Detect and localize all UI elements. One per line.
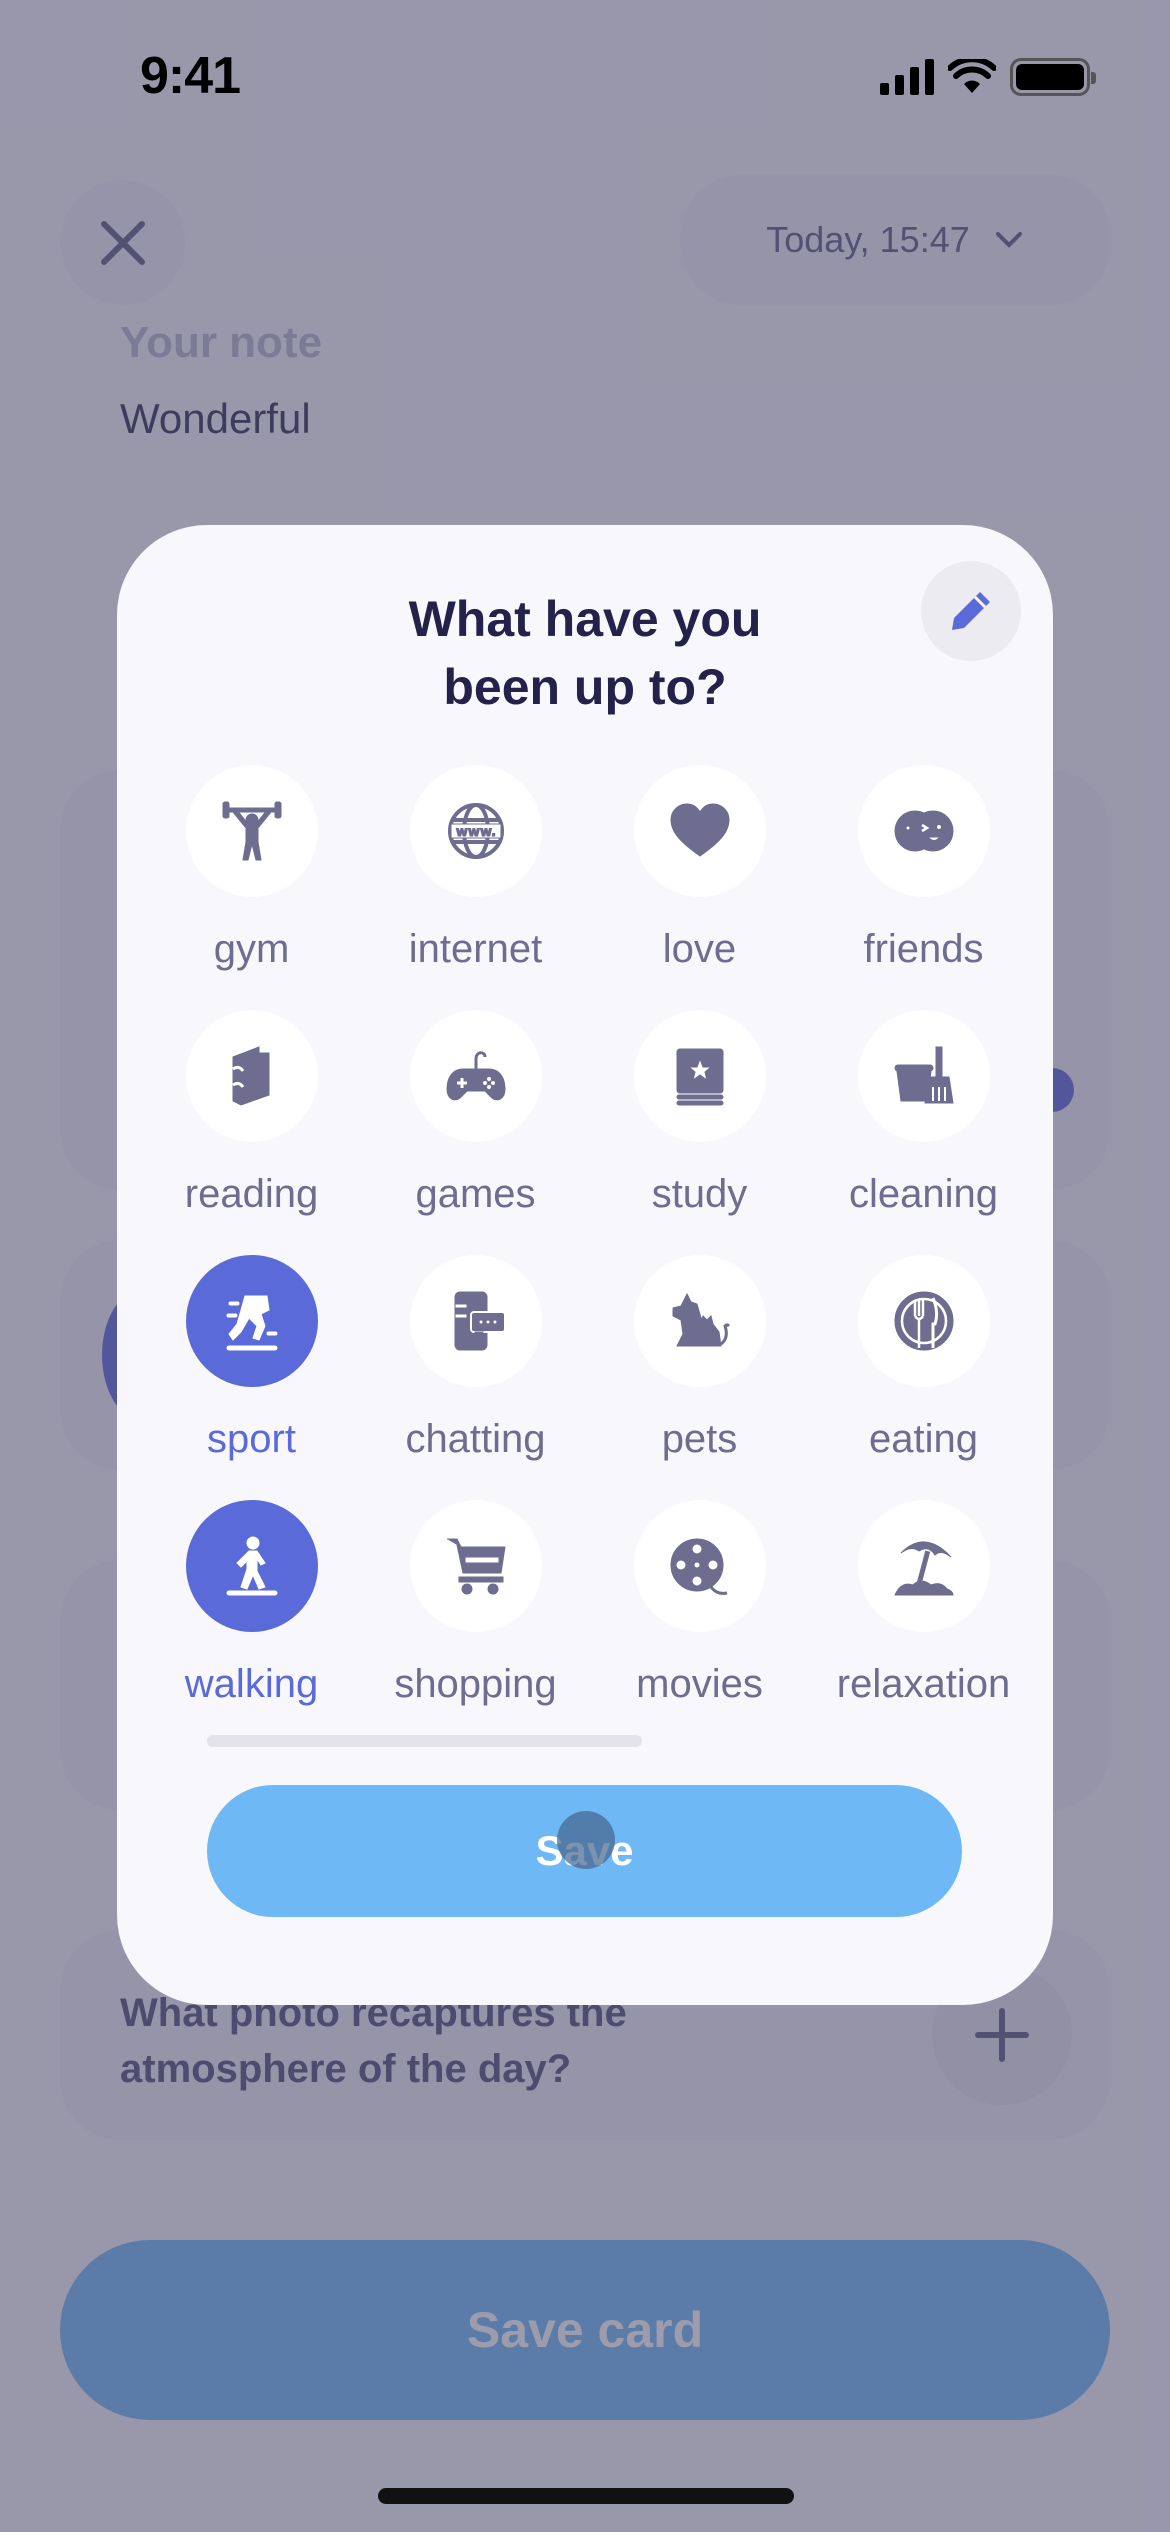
activity-label: movies — [636, 1662, 763, 1706]
activity-walking[interactable]: walking — [139, 1500, 364, 1707]
activity-icon-circle — [185, 765, 318, 897]
gamepad-icon — [445, 1051, 506, 1101]
activity-movies[interactable]: movies — [587, 1500, 812, 1707]
activity-label: love — [662, 927, 737, 971]
activity-icon-circle — [633, 765, 766, 897]
activity-label: reading — [184, 1172, 319, 1216]
activity-icon-circle — [409, 1500, 542, 1632]
modal-title: What have you been up to? — [408, 591, 762, 715]
home-indicator[interactable] — [378, 2488, 794, 2504]
heart-icon — [669, 803, 730, 857]
activity-gym[interactable]: gym — [139, 765, 364, 972]
activity-eating[interactable]: eating — [811, 1255, 1036, 1462]
bucket-broom-icon — [894, 1046, 954, 1104]
activity-label: cleaning — [848, 1172, 998, 1216]
activity-icon-circle — [185, 1500, 318, 1632]
activity-row: walking shopping movies relaxation — [117, 1500, 1053, 1745]
activity-label: games — [415, 1172, 536, 1216]
activity-cleaning[interactable]: cleaning — [811, 1010, 1036, 1217]
activity-icon-circle: www. — [409, 765, 542, 897]
activity-label: gym — [213, 927, 290, 971]
activity-label: shopping — [394, 1662, 557, 1706]
globe-www-icon: www. — [447, 803, 504, 859]
activity-icon-circle — [857, 765, 990, 897]
walking-person-icon — [226, 1536, 277, 1596]
dog-cat-icon — [672, 1292, 730, 1347]
activity-icon-circle — [857, 1500, 990, 1632]
activity-row: reading games study cleaning — [117, 1010, 1053, 1255]
phone-chat-icon — [454, 1291, 506, 1351]
battery-icon — [1010, 58, 1096, 96]
activity-label: internet — [408, 927, 543, 971]
cart-icon — [446, 1538, 506, 1595]
activity-icon-circle — [633, 1255, 766, 1387]
activity-friends[interactable]: friends — [811, 765, 1036, 972]
status-bar: 9:41 — [0, 0, 1170, 150]
activity-icon-circle — [857, 1255, 990, 1387]
touch-indicator — [557, 1811, 615, 1869]
running-icon — [226, 1295, 277, 1351]
activity-internet[interactable]: www. internet — [363, 765, 588, 972]
activity-icon-circle — [185, 1255, 318, 1387]
book-icon — [231, 1046, 269, 1106]
activity-pets[interactable]: pets — [587, 1255, 812, 1462]
activity-label: friends — [863, 927, 984, 971]
activity-games[interactable]: games — [363, 1010, 588, 1217]
activity-label: sport — [207, 1417, 296, 1461]
activity-label: chatting — [405, 1417, 546, 1461]
wifi-icon — [948, 59, 996, 93]
activity-reading[interactable]: reading — [139, 1010, 364, 1217]
activity-icon-circle — [857, 1010, 990, 1142]
activity-icon-circle — [409, 1255, 542, 1387]
activity-sport[interactable]: sport — [139, 1255, 364, 1462]
horizontal-scrollbar[interactable] — [207, 1735, 642, 1747]
activity-label: pets — [661, 1417, 738, 1461]
edit-activities-button[interactable] — [921, 561, 1021, 661]
activity-chatting[interactable]: chatting — [363, 1255, 588, 1462]
activity-icon-circle — [633, 1500, 766, 1632]
activity-icon-circle — [185, 1010, 318, 1142]
activity-relaxation[interactable]: relaxation — [811, 1500, 1036, 1707]
activity-icon-circle — [409, 1010, 542, 1142]
pencil-icon — [952, 592, 990, 630]
activity-label: relaxation — [836, 1662, 1011, 1706]
activity-study[interactable]: study — [587, 1010, 812, 1217]
plate-cutlery-icon — [894, 1291, 953, 1351]
activity-label: eating — [869, 1417, 978, 1461]
activity-icon-circle — [633, 1010, 766, 1142]
svg-text:www.: www. — [455, 825, 495, 840]
activity-label: walking — [184, 1662, 319, 1706]
friends-faces-icon — [894, 810, 953, 852]
activity-label: study — [651, 1172, 748, 1216]
beach-umbrella-icon — [893, 1541, 954, 1596]
activity-row: gym www. internet love friends — [117, 765, 1053, 1010]
cellular-signal-icon — [880, 59, 934, 95]
activity-picker-modal: What have you been up to? gym www. interne… — [117, 525, 1053, 2005]
film-reel-icon — [670, 1538, 727, 1595]
activity-love[interactable]: love — [587, 765, 812, 972]
star-book-icon — [676, 1048, 723, 1106]
activity-shopping[interactable]: shopping — [363, 1500, 588, 1707]
activity-row: sport chatting pets eating — [117, 1255, 1053, 1500]
status-time: 9:41 — [140, 47, 241, 105]
activity-grid: gym www. internet love friends reading games st… — [117, 765, 1053, 1745]
weightlifter-icon — [222, 801, 281, 861]
